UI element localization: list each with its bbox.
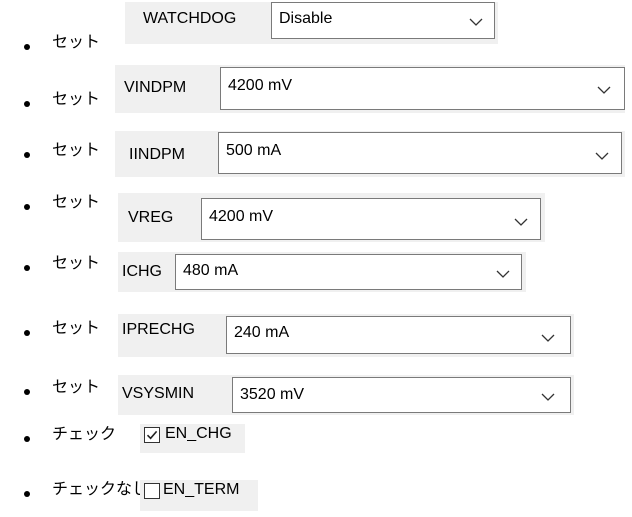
en-chg-label: EN_CHG bbox=[165, 425, 232, 442]
bullet bbox=[24, 152, 30, 158]
vindpm-select-value: 4200 mV bbox=[228, 77, 293, 94]
action-text: セット bbox=[52, 140, 101, 159]
vreg-select-value: 4200 mV bbox=[209, 208, 274, 225]
bullet bbox=[24, 44, 30, 50]
bullet bbox=[24, 265, 30, 271]
bullet bbox=[24, 101, 30, 107]
iprechg-select[interactable]: 240 mA bbox=[226, 316, 571, 354]
chevron-down-icon bbox=[541, 334, 555, 342]
action-text: セット bbox=[52, 377, 101, 396]
action-text: セット bbox=[52, 32, 101, 51]
ichg-select-value: 480 mA bbox=[183, 262, 239, 279]
vreg-select[interactable]: 4200 mV bbox=[201, 198, 541, 240]
watchdog-label: WATCHDOG bbox=[143, 10, 237, 27]
vsysmin-select[interactable]: 3520 mV bbox=[232, 377, 571, 413]
iprechg-label: IPRECHG bbox=[122, 321, 195, 338]
action-text: チェックなし bbox=[52, 479, 149, 498]
bullet bbox=[24, 204, 30, 210]
iindpm-select-value: 500 mA bbox=[226, 142, 282, 159]
vsysmin-select-value: 3520 mV bbox=[240, 386, 305, 403]
action-text: セット bbox=[52, 89, 101, 108]
en-term-checkbox[interactable] bbox=[144, 483, 160, 499]
chevron-down-icon bbox=[597, 86, 611, 94]
chevron-down-icon bbox=[541, 393, 555, 401]
action-text: チェック bbox=[52, 424, 117, 443]
en-term-label: EN_TERM bbox=[163, 481, 240, 498]
vsysmin-label: VSYSMIN bbox=[122, 385, 195, 402]
chevron-down-icon bbox=[496, 270, 510, 278]
vreg-label: VREG bbox=[128, 209, 174, 226]
ichg-select[interactable]: 480 mA bbox=[175, 254, 522, 290]
watchdog-select[interactable]: Disable bbox=[271, 2, 495, 39]
chevron-down-icon bbox=[595, 152, 609, 160]
iindpm-label: IINDPM bbox=[129, 146, 185, 163]
iindpm-select[interactable]: 500 mA bbox=[218, 132, 622, 174]
iprechg-select-value: 240 mA bbox=[234, 324, 290, 341]
vindpm-select[interactable]: 4200 mV bbox=[220, 67, 625, 110]
bullet bbox=[24, 330, 30, 336]
chevron-down-icon bbox=[514, 218, 528, 226]
en-chg-checkbox[interactable] bbox=[144, 427, 160, 443]
checkmark-icon bbox=[146, 430, 158, 440]
watchdog-select-value: Disable bbox=[279, 10, 333, 27]
chevron-down-icon bbox=[469, 18, 483, 26]
action-text: セット bbox=[52, 318, 101, 337]
bullet bbox=[24, 436, 30, 442]
bullet bbox=[24, 491, 30, 497]
action-text: セット bbox=[52, 253, 101, 272]
bullet bbox=[24, 389, 30, 395]
action-text: セット bbox=[52, 192, 101, 211]
vindpm-label: VINDPM bbox=[124, 79, 187, 96]
ichg-label: ICHG bbox=[122, 263, 162, 280]
